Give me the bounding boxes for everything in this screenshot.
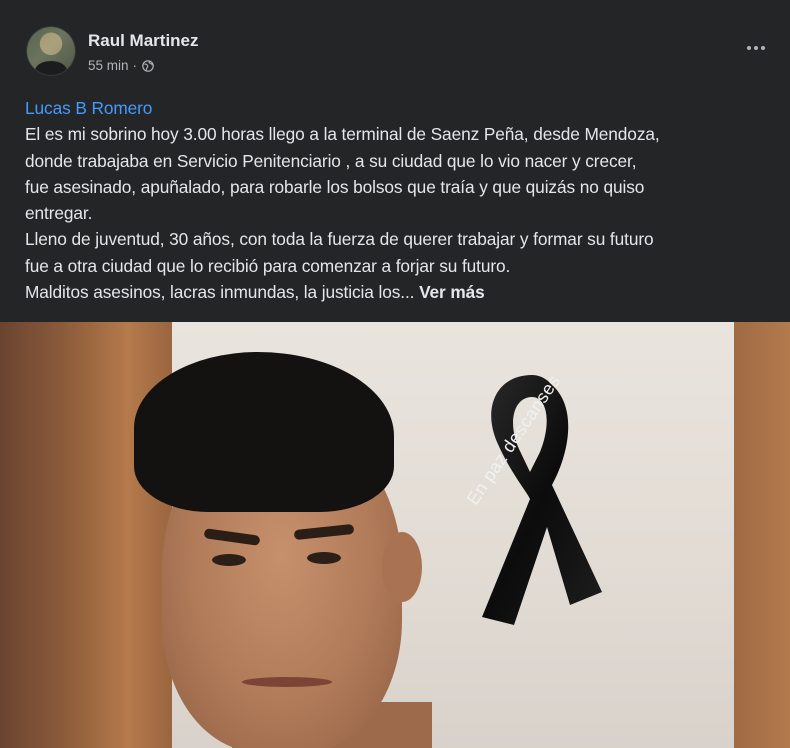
facebook-post: Raul Martinez 55 min · Lucas B Romero El… [0, 0, 790, 748]
more-options-icon[interactable] [744, 40, 768, 56]
mention-link[interactable]: Lucas B Romero [25, 98, 152, 118]
post-text: Lucas B Romero El es mi sobrino hoy 3.00… [25, 95, 770, 305]
post-meta: 55 min · [88, 58, 154, 73]
post-line: entregar. [25, 203, 93, 224]
see-more-link[interactable]: Ver más [419, 282, 485, 302]
person-mouth [242, 677, 332, 687]
author-name[interactable]: Raul Martinez [88, 31, 199, 51]
photo-border-left [0, 322, 62, 748]
person-eye [212, 554, 246, 566]
meta-separator: · [132, 58, 138, 73]
post-line: Lleno de juventud, 30 años, con toda la … [25, 229, 654, 250]
post-line: fue asesinado, apuñalado, para robarle l… [25, 176, 645, 197]
author-avatar[interactable] [27, 27, 75, 75]
post-line: donde trabajaba en Servicio Penitenciari… [25, 150, 637, 171]
globe-icon[interactable] [142, 59, 154, 72]
person-eye [307, 552, 341, 564]
post-photo[interactable]: En paz descanses [0, 322, 790, 748]
person-ear [382, 532, 422, 602]
post-line: El es mi sobrino hoy 3.00 horas llego a … [25, 124, 660, 145]
post-time[interactable]: 55 min [88, 58, 129, 73]
person-hair [134, 352, 394, 512]
post-line: fue a otra ciudad que lo recibió para co… [25, 255, 511, 276]
photo-border-right [734, 322, 790, 748]
post-header: Raul Martinez 55 min · [0, 0, 790, 92]
post-line: Malditos asesinos, lacras inmundas, la j… [25, 282, 415, 303]
photo-image: En paz descanses [62, 322, 734, 748]
